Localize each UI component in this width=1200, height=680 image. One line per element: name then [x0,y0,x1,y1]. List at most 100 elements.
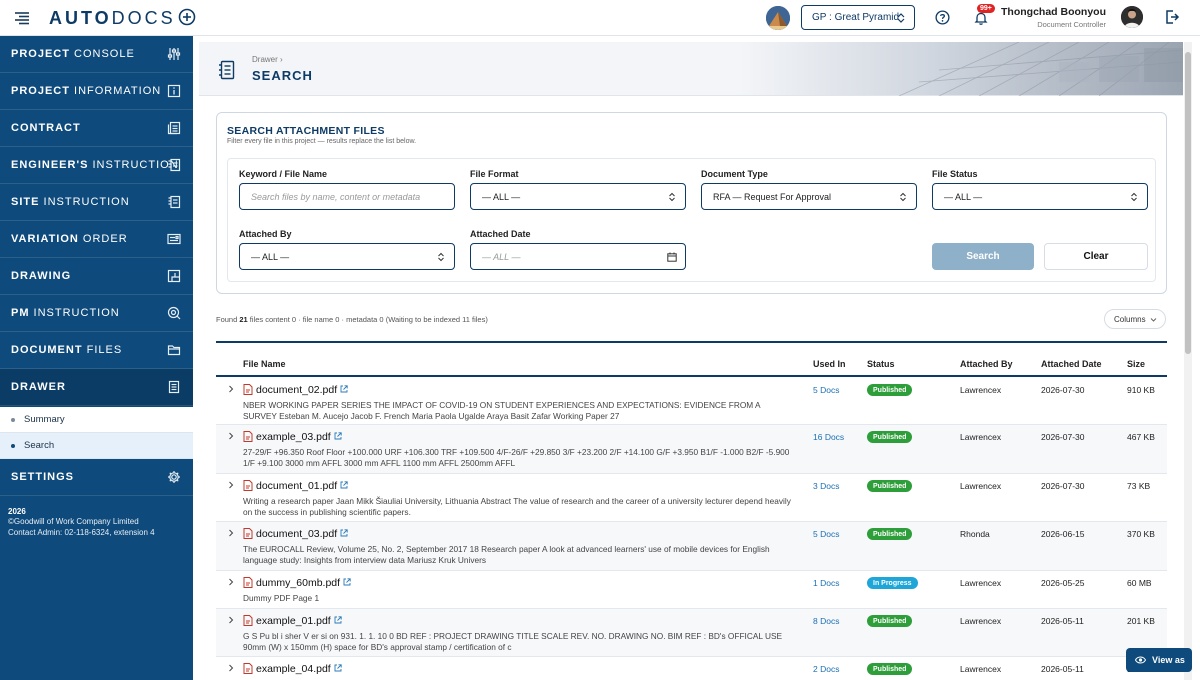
sidebar-item-project-console[interactable]: PROJECT CONSOLE [0,36,193,73]
sidebar-item-site-instruction[interactable]: SITE INSTRUCTION [0,184,193,221]
external-link-icon[interactable] [340,481,348,489]
calendar-icon[interactable] [667,252,677,262]
menu-icon[interactable] [14,10,30,26]
column-header-attached-date[interactable]: Attached Date [1041,359,1102,369]
external-link-icon[interactable] [334,664,342,672]
used-in-link[interactable]: 5 Docs [813,385,839,395]
scrollbar-thumb[interactable] [1185,52,1191,354]
chevron-right-icon[interactable] [228,432,234,440]
sidebar-subitem-search[interactable]: Search [0,433,193,459]
sidebar-item-label: CONTRACT [11,122,81,134]
column-header-file-name[interactable]: File Name [243,359,286,369]
avatar[interactable] [1121,6,1143,28]
table-row[interactable]: document_03.pdf The EUROCALL Review, Volu… [216,522,1167,571]
keyword-input[interactable]: Search files by name, content or metadat… [239,183,455,210]
header-building-image [879,42,1183,96]
status-badge: Published [867,615,913,627]
project-select[interactable]: GP : Great Pyramid [801,5,915,30]
table-row[interactable]: example_03.pdf 27-29/F +96.350 Roof Floor… [216,425,1167,474]
sidebar-item-pm-instruction[interactable]: PM INSTRUCTION [0,295,193,332]
file-format-select[interactable]: — ALL — [470,183,686,210]
sidebar-item-drawing[interactable]: DRAWING [0,258,193,295]
sidebar-item-contract[interactable]: CONTRACT [0,110,193,147]
column-header-used-in[interactable]: Used In [813,359,846,369]
chevron-right-icon[interactable] [228,664,234,672]
attached-by-select[interactable]: — ALL — [239,243,455,270]
contract-icon [167,121,181,135]
table-row[interactable]: dummy_60mb.pdf Dummy PDF Page 1 1 Docs In P… [216,571,1167,609]
sidebar: PROJECT CONSOLE PROJECT INFORMATION CONT… [0,36,193,680]
help-icon[interactable] [935,10,950,25]
sidebar-item-settings[interactable]: SETTINGS [0,459,193,496]
attached-date-value: 2026-07-30 [1041,432,1085,442]
sidebar-item-drawer[interactable]: DRAWER [0,369,193,406]
chevron-right-icon[interactable] [228,529,234,537]
table-row[interactable]: document_02.pdf NBER WORKING PAPER SERIES… [216,378,1167,425]
used-in-link[interactable]: 1 Docs [813,578,839,588]
external-link-icon[interactable] [334,432,342,440]
sidebar-item-label: DOCUMENT FILES [11,344,123,356]
column-header-size[interactable]: Size [1127,359,1145,369]
file-name-link[interactable]: document_02.pdf [256,384,348,396]
page-scrollbar[interactable] [1184,42,1192,680]
columns-button[interactable]: Columns [1104,309,1166,329]
table-row[interactable]: example_04.pdf 2 Docs Published Lawrencex 20… [216,657,1167,680]
external-link-icon[interactable] [340,385,348,393]
drawer-icon [218,60,236,80]
clear-button[interactable]: Clear [1044,243,1148,270]
sliders-icon [167,47,181,61]
sidebar-item-engineers-instruction[interactable]: ENGINEER'S INSTRUCTION [0,147,193,184]
file-content-preview: NBER WORKING PAPER SERIES THE IMPACT OF … [243,400,761,421]
chevron-right-icon[interactable] [228,385,234,393]
used-in-link[interactable]: 3 Docs [813,481,839,491]
status-badge: In Progress [867,577,918,589]
logout-icon[interactable] [1164,9,1180,25]
used-in-link[interactable]: 16 Docs [813,432,844,442]
pdf-file-icon [243,663,253,674]
table-row[interactable]: document_01.pdf Writing a research paper … [216,474,1167,522]
file-name-link[interactable]: document_01.pdf [256,480,348,492]
file-name-link[interactable]: dummy_60mb.pdf [256,577,351,589]
chevron-updown-icon [1130,192,1138,202]
column-header-status[interactable]: Status [867,359,895,369]
external-link-icon[interactable] [340,529,348,537]
chevron-right-icon[interactable] [228,578,234,586]
sidebar-item-label: PROJECT INFORMATION [11,85,162,97]
info-icon [167,84,181,98]
attached-date-input[interactable]: — ALL — [470,243,686,270]
external-link-icon[interactable] [343,578,351,586]
pdf-file-icon [243,384,253,395]
document-type-select[interactable]: RFA — Request For Approval [701,183,917,210]
table-row[interactable]: example_01.pdf G S Pu bl i sher V er si o… [216,609,1167,657]
file-name-link[interactable]: document_03.pdf [256,528,348,540]
footer-year: 2026 [8,507,26,516]
used-in-link[interactable]: 2 Docs [813,664,839,674]
chevron-right-icon[interactable] [228,481,234,489]
folder-icon [167,343,181,357]
sidebar-item-project-information[interactable]: PROJECT INFORMATION [0,73,193,110]
attached-date-value: 2026-05-11 [1041,664,1084,674]
external-link-icon[interactable] [334,616,342,624]
gear-icon [167,470,181,484]
sidebar-item-document-files[interactable]: DOCUMENT FILES [0,332,193,369]
used-in-link[interactable]: 8 Docs [813,616,839,626]
add-icon[interactable] [178,8,196,26]
file-name-link[interactable]: example_03.pdf [256,431,342,443]
used-in-link[interactable]: 5 Docs [813,529,839,539]
breadcrumb[interactable]: Drawer › [252,55,283,64]
footer-copyright: ©Goodwill of Work Company Limited [8,517,139,526]
sidebar-item-variation-order[interactable]: VARIATION ORDER [0,221,193,258]
file-name-link[interactable]: example_01.pdf [256,615,342,627]
search-button[interactable]: Search [932,243,1034,270]
file-size-value: 73 KB [1127,481,1151,491]
view-as-button[interactable]: View as [1126,648,1192,672]
sidebar-subitem-summary[interactable]: Summary [0,407,193,433]
chevron-right-icon[interactable] [228,616,234,624]
sidebar-subitem-label: Search [24,440,55,451]
column-header-attached-by[interactable]: Attached By [960,359,1013,369]
file-status-select[interactable]: — ALL — [932,183,1148,210]
brand-logo[interactable]: AUTODOCS [49,8,176,29]
file-name-link[interactable]: example_04.pdf [256,663,342,675]
top-bar: AUTODOCS GP : Great Pyramid 99+ Thongcha… [0,0,1200,36]
page-header: Drawer › SEARCH [199,42,1183,96]
